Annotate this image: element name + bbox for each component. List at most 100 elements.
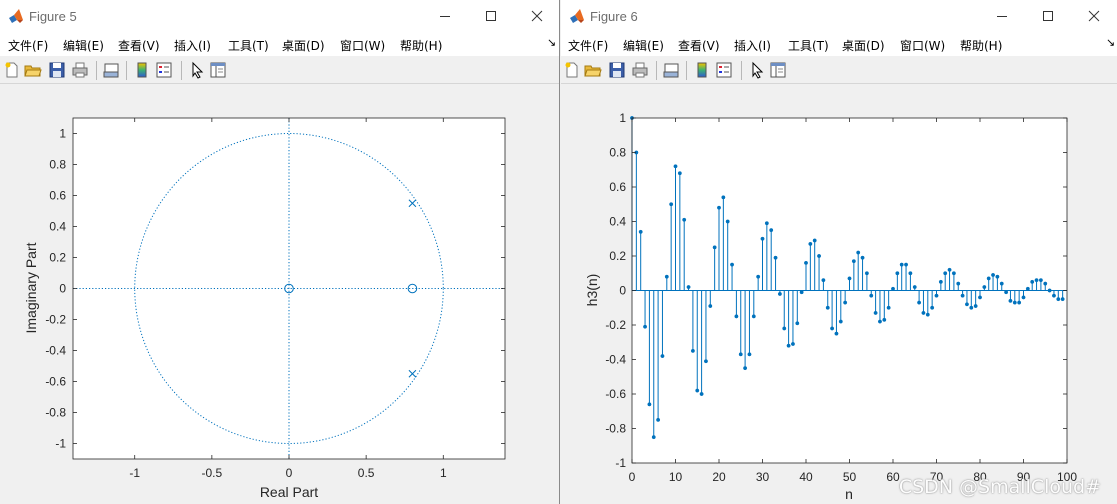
stem-marker <box>756 274 761 279</box>
stem-marker <box>873 310 878 315</box>
figure5-titlebar[interactable]: Figure 5 <box>0 0 559 32</box>
link-plot-icon[interactable] <box>102 61 120 79</box>
menu-desktop[interactable]: 桌面(D) <box>282 37 325 54</box>
y-tick-label: 0.2 <box>609 249 626 263</box>
figure-toolbar <box>561 57 1117 84</box>
window-title: Figure 6 <box>590 9 638 24</box>
menu-tools[interactable]: 工具(T) <box>228 37 269 54</box>
stem-marker <box>725 219 730 224</box>
minimize-button[interactable] <box>422 0 468 32</box>
stem-marker <box>847 276 852 281</box>
stem-marker <box>821 278 826 283</box>
pointer-icon[interactable] <box>188 61 206 79</box>
stem-marker <box>717 205 721 210</box>
stem-marker <box>930 305 935 310</box>
stem-marker <box>869 293 874 298</box>
menu-edit[interactable]: 编辑(E) <box>623 37 664 54</box>
window-title: Figure 5 <box>29 9 77 24</box>
print-icon[interactable] <box>71 61 89 79</box>
x-tick-label: 0.5 <box>358 466 375 480</box>
y-tick-label: 0 <box>619 284 626 298</box>
stem-marker <box>647 402 652 407</box>
menu-file[interactable]: 文件(F) <box>8 37 48 54</box>
toolbar-separator <box>181 61 182 80</box>
y-tick-label: -1 <box>615 456 626 470</box>
stem-marker <box>830 326 835 331</box>
menu-overflow-icon[interactable]: ↘ <box>547 36 556 49</box>
y-tick-label: 0.6 <box>609 180 626 194</box>
stem-marker <box>799 290 804 295</box>
figure6-titlebar[interactable]: Figure 6 <box>561 0 1117 32</box>
menu-edit[interactable]: 编辑(E) <box>63 37 104 54</box>
menu-insert[interactable]: 插入(I) <box>174 37 211 54</box>
stem-marker <box>791 342 795 346</box>
figure-toolbar <box>0 57 559 84</box>
figure6-window: Figure 6 文件(F) 编辑(E) 查看(V) 插入(I) 工具(T) 桌… <box>561 0 1117 504</box>
menu-window[interactable]: 窗口(W) <box>340 37 385 54</box>
stem-marker <box>677 171 682 176</box>
toolbar-separator <box>686 61 687 80</box>
stem-marker <box>917 300 922 305</box>
stem-marker <box>960 293 965 298</box>
stem-marker <box>978 295 982 300</box>
menu-file[interactable]: 文件(F) <box>568 37 608 54</box>
maximize-button[interactable] <box>1025 0 1071 32</box>
stem-marker <box>1060 297 1065 302</box>
stem-marker <box>838 319 843 324</box>
x-tick-label: -1 <box>129 466 140 480</box>
x-tick-label: 40 <box>799 470 813 484</box>
menubar: 文件(F) 编辑(E) 查看(V) 插入(I) 工具(T) 桌面(D) 窗口(W… <box>0 32 559 56</box>
stem-marker <box>1043 281 1048 286</box>
menu-overflow-icon[interactable]: ↘ <box>1106 36 1115 49</box>
open-file-icon[interactable] <box>24 61 42 79</box>
save-icon[interactable] <box>48 61 66 79</box>
stem-marker <box>656 417 661 422</box>
menu-help[interactable]: 帮助(H) <box>960 37 1002 54</box>
menu-window[interactable]: 窗口(W) <box>900 37 945 54</box>
menu-desktop[interactable]: 桌面(D) <box>842 37 885 54</box>
stem-marker <box>743 366 748 371</box>
new-figure-icon[interactable] <box>3 61 21 79</box>
stem-marker <box>921 310 926 315</box>
menu-help[interactable]: 帮助(H) <box>400 37 442 54</box>
y-tick-label: -0.4 <box>605 353 626 367</box>
stem-marker <box>1047 288 1052 293</box>
stem-marker <box>965 302 969 307</box>
maximize-icon <box>1043 11 1053 21</box>
stem-marker <box>891 286 895 291</box>
stem-marker <box>712 245 717 250</box>
close-button[interactable] <box>1071 0 1117 32</box>
toolbar-separator <box>96 61 97 80</box>
menu-view[interactable]: 查看(V) <box>678 37 720 54</box>
stem-marker <box>912 285 917 290</box>
toolbar-separator <box>741 61 742 80</box>
stem-marker <box>769 228 774 233</box>
y-tick-label: -0.8 <box>45 406 66 420</box>
link-plot-icon[interactable] <box>662 61 680 79</box>
legend-icon[interactable] <box>155 61 173 79</box>
print-icon[interactable] <box>631 61 649 79</box>
legend-icon[interactable] <box>715 61 733 79</box>
colorbar-icon[interactable] <box>133 61 151 79</box>
y-tick-label: -1 <box>55 437 66 451</box>
save-icon[interactable] <box>608 61 626 79</box>
stem-marker <box>782 326 787 331</box>
close-button[interactable] <box>514 0 560 32</box>
minimize-button[interactable] <box>979 0 1025 32</box>
y-tick-label: 0 <box>59 282 66 296</box>
stem-marker <box>738 352 743 357</box>
menu-insert[interactable]: 插入(I) <box>734 37 771 54</box>
stem-marker <box>1004 290 1009 295</box>
y-tick-label: 0.6 <box>49 189 66 203</box>
property-inspector-icon[interactable] <box>769 61 787 79</box>
open-file-icon[interactable] <box>584 61 602 79</box>
menu-tools[interactable]: 工具(T) <box>788 37 829 54</box>
colorbar-icon[interactable] <box>693 61 711 79</box>
menu-view[interactable]: 查看(V) <box>118 37 160 54</box>
stem-marker <box>773 255 778 260</box>
property-inspector-icon[interactable] <box>209 61 227 79</box>
maximize-button[interactable] <box>468 0 514 32</box>
pointer-icon[interactable] <box>748 61 766 79</box>
new-figure-icon[interactable] <box>563 61 581 79</box>
stem-marker <box>886 305 891 310</box>
